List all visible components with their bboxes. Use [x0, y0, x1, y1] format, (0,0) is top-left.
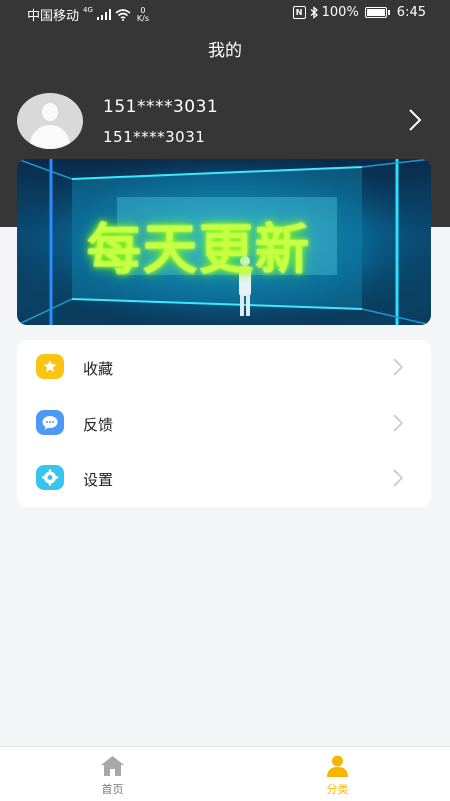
tab-category-label: 分类 [326, 783, 349, 796]
person-icon [327, 755, 348, 777]
tab-category[interactable]: 分类 [225, 747, 450, 801]
status-left: 中国移动 4G 0 K/s [27, 5, 150, 25]
banner-headline: 每天更新 [87, 218, 311, 281]
bottom-tab-bar: 首页 分类 [0, 746, 450, 801]
battery-icon [364, 7, 390, 18]
battery-percent: 100% [321, 5, 359, 20]
home-icon [101, 756, 124, 776]
status-bar: 中国移动 4G 0 K/s N 100% 6:45 [0, 0, 450, 28]
network-label: 4G [83, 5, 93, 14]
nfc-icon: N [292, 6, 306, 19]
avatar-head [42, 103, 58, 121]
tab-home[interactable]: 首页 [0, 747, 225, 801]
chevron-right-icon[interactable] [408, 108, 422, 132]
wifi-icon [115, 8, 131, 21]
chevron-right-icon [393, 414, 404, 432]
bluetooth-icon [310, 6, 318, 19]
menu-item-settings[interactable]: 设置 [17, 451, 431, 507]
menu-card: 收藏 反馈 设置 [17, 340, 431, 507]
carrier-label: 中国移动 [27, 9, 80, 24]
chevron-right-icon [393, 358, 404, 376]
chat-bubble-icon [36, 410, 64, 435]
network-speed: 0 K/s [136, 6, 150, 23]
signal-icon [96, 9, 111, 20]
menu-item-label: 收藏 [83, 360, 114, 378]
gear-icon [36, 465, 64, 490]
profile-name: 151****3031 [103, 97, 219, 117]
chevron-right-icon [393, 469, 404, 487]
menu-item-label: 设置 [83, 471, 114, 489]
avatar[interactable] [17, 93, 83, 149]
profile-phone: 151****3031 [103, 128, 206, 146]
menu-item-favorites[interactable]: 收藏 [17, 340, 431, 396]
menu-item-feedback[interactable]: 反馈 [17, 396, 431, 452]
star-icon [36, 354, 64, 379]
speed-unit: K/s [136, 13, 150, 23]
status-right: N 100% 6:45 [292, 5, 426, 20]
tab-home-label: 首页 [101, 783, 124, 796]
avatar-body [30, 125, 70, 149]
clock: 6:45 [396, 5, 426, 20]
page-title: 我的 [208, 41, 242, 61]
menu-item-label: 反馈 [83, 416, 114, 434]
promo-banner[interactable]: 每天更新 [17, 159, 431, 325]
